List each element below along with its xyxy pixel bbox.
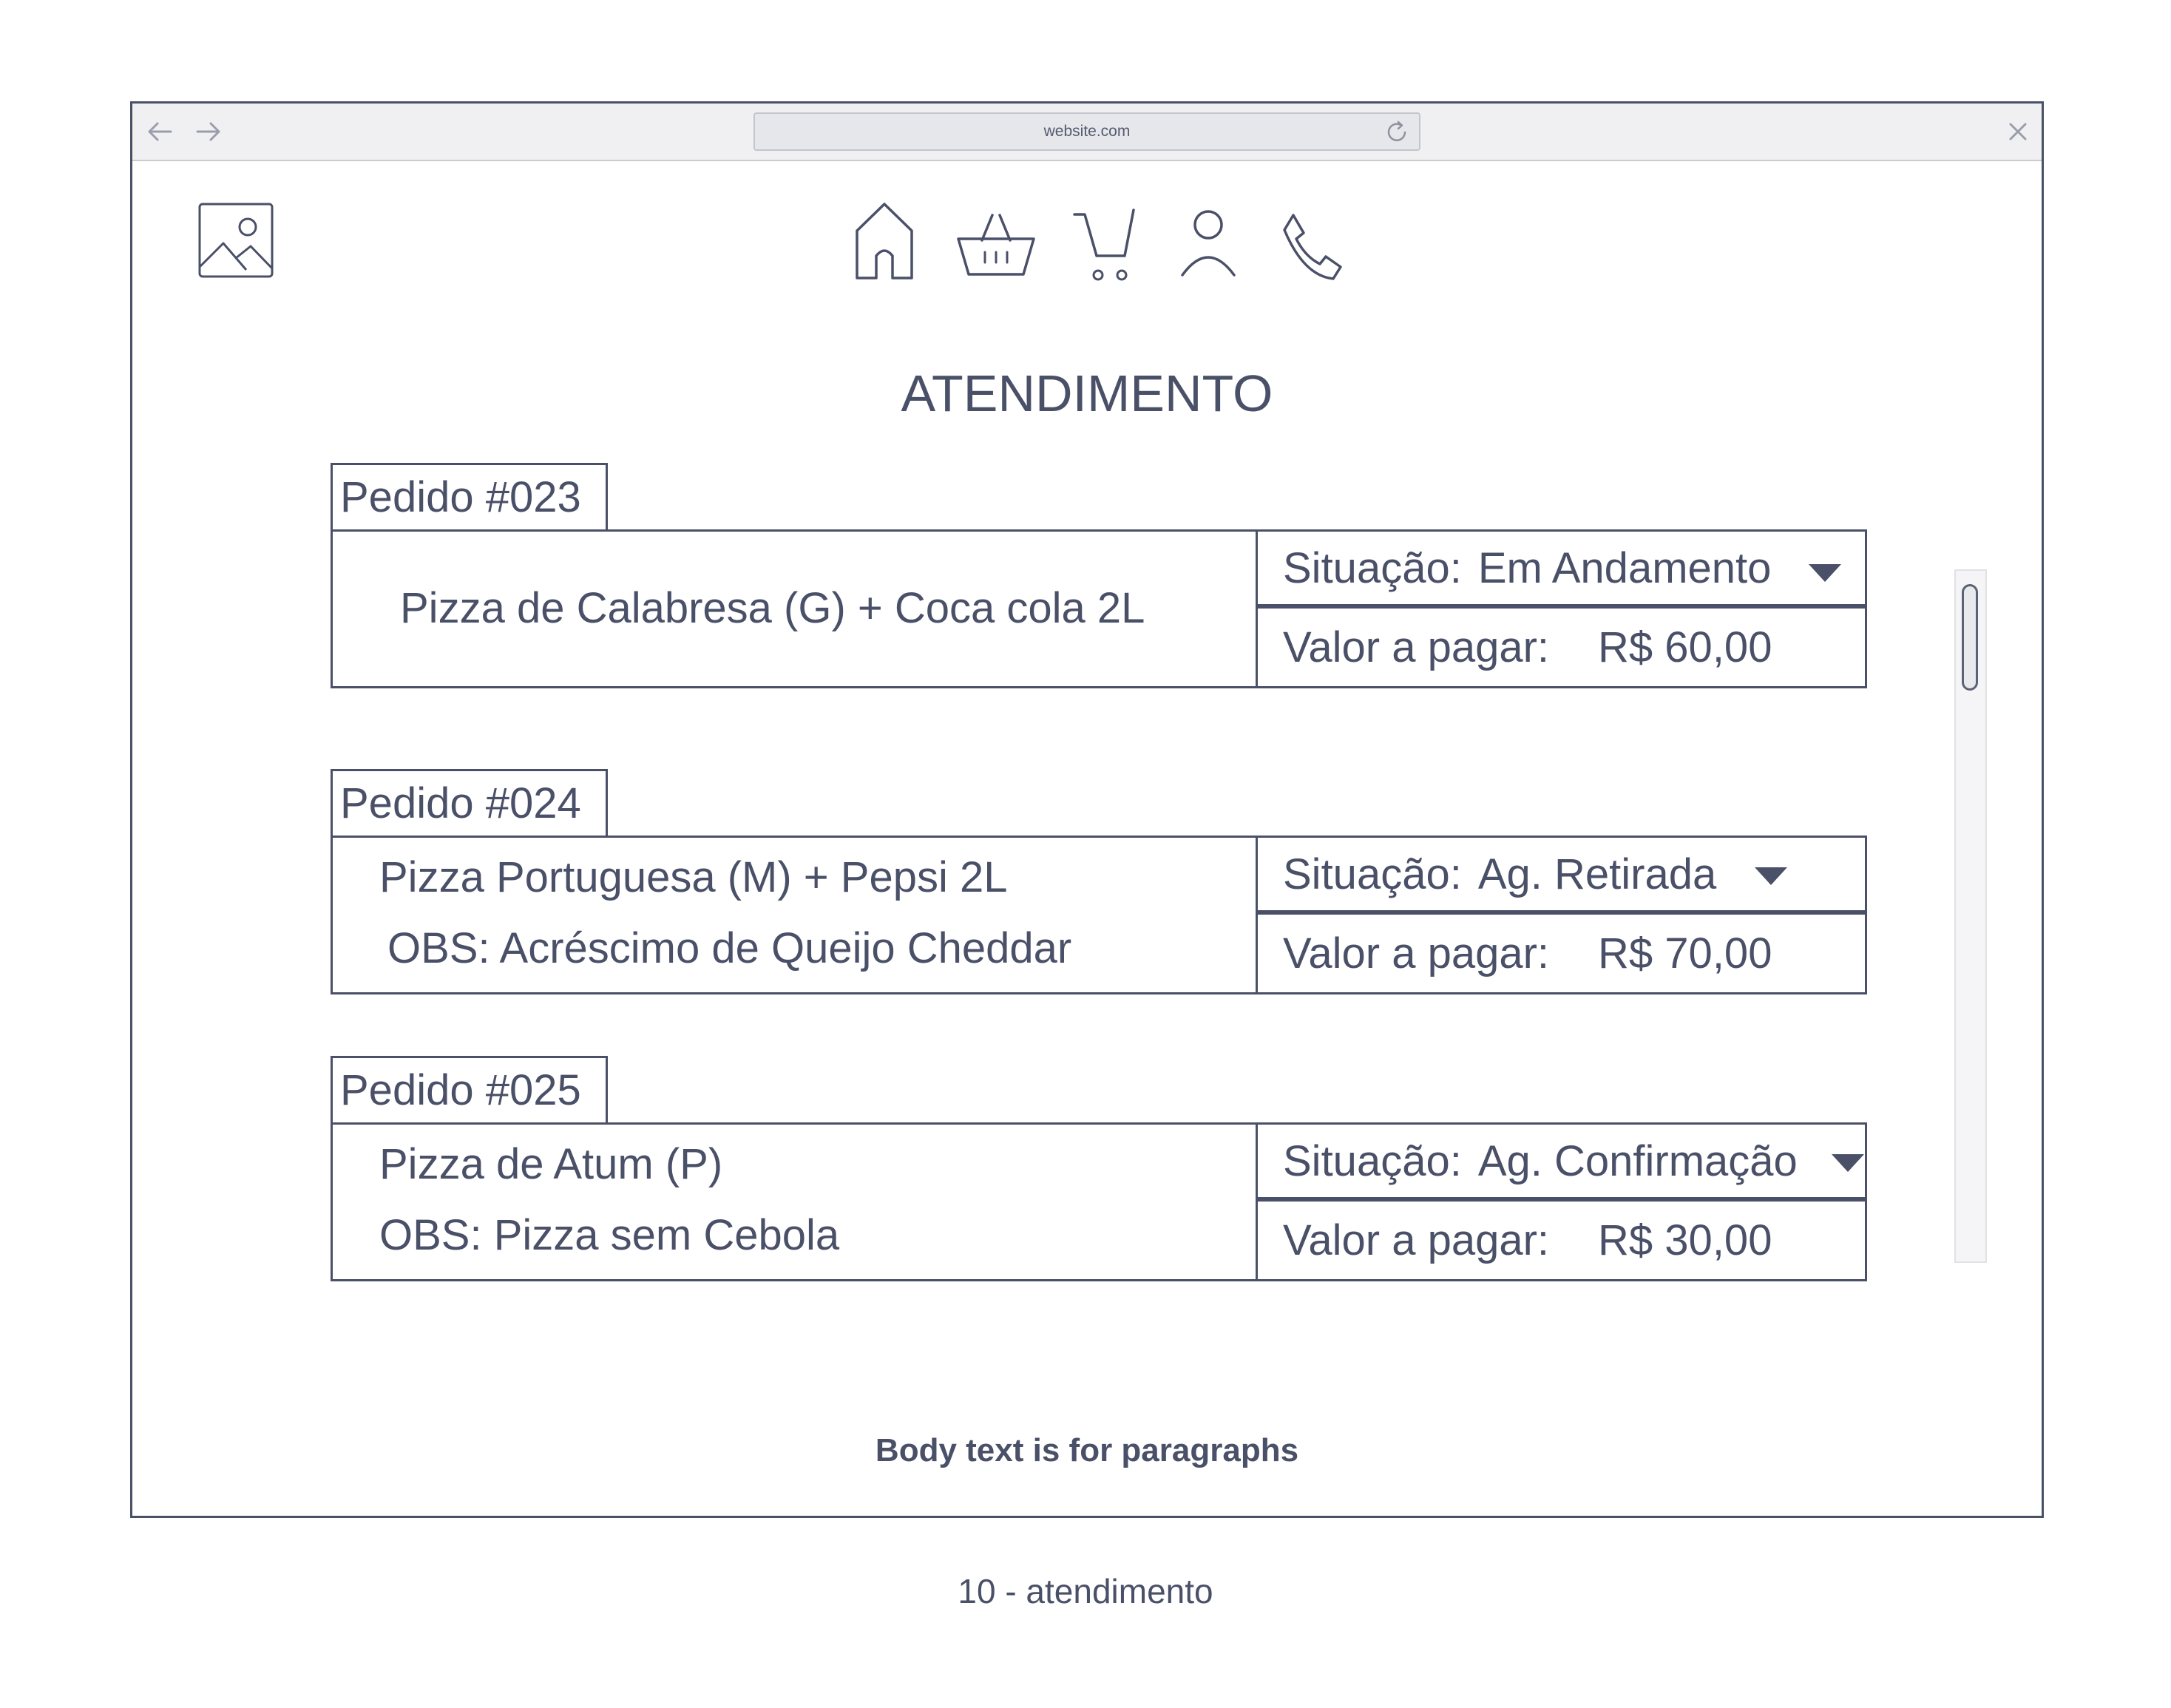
body-text: Body text is for paragraphs <box>875 1432 1299 1468</box>
order-items-box: Pizza de Calabresa (G) + Coca cola 2L <box>331 529 1258 688</box>
cart-icon[interactable] <box>1071 204 1138 285</box>
browser-window: website.com ATENDIMENTO Pedido #023 Pizz… <box>130 101 2044 1518</box>
price-value: R$ 60,00 <box>1598 623 1772 671</box>
arrow-left-icon[interactable] <box>144 115 177 148</box>
order-label: Pedido #025 <box>331 1056 608 1125</box>
status-label: Situação: <box>1283 850 1462 898</box>
scrollbar-thumb[interactable] <box>1962 584 1978 691</box>
phone-icon[interactable] <box>1277 207 1344 288</box>
order-items-box: Pizza Portuguesa (M) + Pepsi 2L OBS: Acr… <box>331 836 1258 994</box>
home-icon[interactable] <box>851 200 918 281</box>
status-label: Situação: <box>1283 543 1462 592</box>
page-title: ATENDIMENTO <box>901 365 1273 422</box>
price-label: Valor a pagar: <box>1283 1216 1550 1264</box>
order-label: Pedido #024 <box>331 769 608 838</box>
browser-toolbar: website.com <box>132 104 2042 161</box>
status-value: Ag. Confirmação <box>1477 1136 1798 1185</box>
price-value: R$ 30,00 <box>1598 1216 1772 1264</box>
image-placeholder-icon[interactable] <box>197 202 274 279</box>
order-items-box: Pizza de Atum (P) OBS: Pizza sem Cebola <box>331 1122 1258 1281</box>
reload-icon[interactable] <box>1382 118 1412 147</box>
status-value: Em Andamento <box>1477 543 1772 592</box>
order-items-line: Pizza de Atum (P) <box>379 1140 723 1188</box>
order-notes-line: OBS: Pizza sem Cebola <box>379 1211 840 1259</box>
price-label: Valor a pagar: <box>1283 623 1550 671</box>
order-items-line: Pizza Portuguesa (M) + Pepsi 2L <box>379 853 1008 901</box>
basket-icon[interactable] <box>955 207 1037 288</box>
order-status-select[interactable]: Situação: Ag. Confirmação <box>1256 1122 1867 1199</box>
address-bar[interactable]: website.com <box>753 112 1420 151</box>
price-value: R$ 70,00 <box>1598 929 1772 977</box>
chevron-down-icon[interactable] <box>1755 867 1787 885</box>
order-items-line: Pizza de Calabresa (G) + Coca cola 2L <box>400 584 1145 632</box>
close-icon[interactable] <box>2002 115 2034 148</box>
order-price-row: Valor a pagar: R$ 70,00 <box>1256 912 1867 994</box>
chevron-down-icon[interactable] <box>1832 1154 1864 1172</box>
price-label: Valor a pagar: <box>1283 929 1550 977</box>
status-value: Ag. Retirada <box>1477 850 1717 898</box>
chevron-down-icon[interactable] <box>1809 564 1841 582</box>
order-label: Pedido #023 <box>331 463 608 532</box>
order-price-row: Valor a pagar: R$ 30,00 <box>1256 1199 1867 1281</box>
order-price-row: Valor a pagar: R$ 60,00 <box>1256 606 1867 688</box>
order-status-select[interactable]: Situação: Ag. Retirada <box>1256 836 1867 912</box>
screen-caption: 10 - atendimento <box>958 1572 1213 1610</box>
address-bar-url: website.com <box>1043 123 1131 140</box>
order-notes-line: OBS: Acréscimo de Queijo Cheddar <box>387 924 1072 972</box>
order-status-select[interactable]: Situação: Em Andamento <box>1256 529 1867 606</box>
arrow-right-icon[interactable] <box>192 115 224 148</box>
user-icon[interactable] <box>1175 204 1242 285</box>
status-label: Situação: <box>1283 1136 1462 1185</box>
